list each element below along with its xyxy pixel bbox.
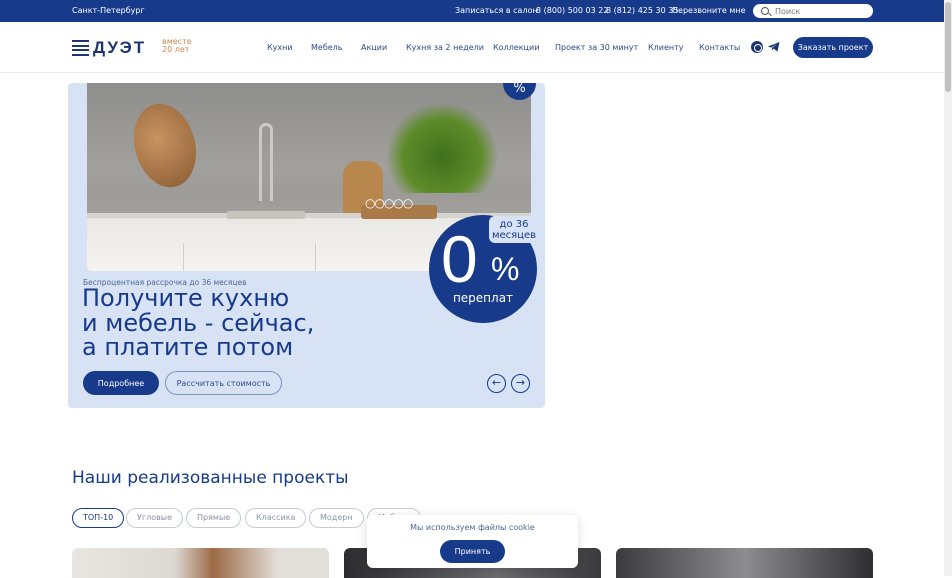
cookie-message: Мы используем файлы cookie (410, 523, 535, 532)
nav-item-contacts[interactable]: Контакты (699, 43, 740, 52)
badge-zero: 0 (441, 222, 478, 296)
callback-link[interactable]: Перезвоните мне (672, 6, 746, 15)
nav-item-project-30-min[interactable]: Проект за 30 минут (555, 43, 638, 52)
top-bar: Санкт-Петербург Записаться в салон 8 (80… (0, 0, 944, 22)
phone-link-2[interactable]: 8 (812) 425 30 35 (606, 6, 678, 15)
filter-chip-straight[interactable]: Прямые (186, 508, 242, 528)
decor-plant (387, 103, 497, 193)
search-input[interactable] (775, 5, 865, 17)
hero-title-line-3: а платите потом (82, 333, 294, 361)
decor-faucet (259, 123, 273, 201)
logo-word: ДУЭТ (93, 38, 147, 57)
badge-months: до 36 месяцев (489, 216, 539, 243)
nav-item-kitchen-2-weeks[interactable]: Кухня за 2 недели (406, 43, 484, 52)
hero-title-line-1: Получите кухню (82, 284, 290, 312)
decor-sink (227, 211, 305, 219)
decor-fish (125, 96, 205, 195)
search-icon (761, 7, 769, 15)
filter-chip-top10[interactable]: ТОП-10 (72, 508, 125, 528)
whatsapp-icon[interactable] (751, 41, 763, 53)
book-salon-link[interactable]: Записаться в салон (455, 6, 538, 15)
badge-percent: % (491, 251, 520, 287)
project-card-1[interactable] (72, 548, 329, 578)
calculate-cost-button[interactable]: Рассчитать стоимость (165, 371, 282, 395)
nav-item-furniture[interactable]: Мебель (311, 43, 343, 52)
page-scrollbar[interactable] (944, 0, 952, 576)
decor-eggs (361, 196, 437, 219)
nav-item-kitchens[interactable]: Кухни (267, 43, 293, 52)
hero-title-line-2: и мебель - сейчас, (82, 308, 315, 337)
badge-overpay: переплат (452, 291, 514, 305)
main-header: ДУЭТ вместе 20 лет Кухни Мебель Акции Ку… (0, 22, 944, 73)
telegram-icon[interactable] (768, 42, 780, 52)
filter-chip-modern[interactable]: Модерн (309, 508, 364, 528)
city-selector[interactable]: Санкт-Петербург (72, 6, 145, 15)
logo-tagline: вместе 20 лет (162, 37, 192, 54)
nav-item-promotions[interactable]: Акции (361, 43, 387, 52)
order-project-button[interactable]: Заказать проект (793, 37, 873, 58)
cookie-banner: Мы используем файлы cookie Принять (367, 515, 578, 568)
project-card-3[interactable] (616, 548, 873, 578)
hero-banner: % 0 % переплат до 36 месяцев Беспроцентн… (68, 83, 545, 408)
search-box[interactable] (753, 4, 873, 18)
nav-item-collections[interactable]: Коллекции (493, 43, 539, 52)
hero-title: Получите кухню и мебель - сейчас, а плат… (82, 286, 412, 360)
slider-next-icon[interactable]: → (511, 374, 530, 393)
more-button[interactable]: Подробнее (83, 371, 159, 395)
phone-link-1[interactable]: 8 (800) 500 03 22 (536, 6, 608, 15)
logo-stripes-icon (72, 40, 89, 56)
projects-title: Наши реализованные проекты (72, 468, 349, 488)
filter-chip-classic[interactable]: Классика (245, 508, 307, 528)
filter-chip-corner[interactable]: Угловые (126, 508, 184, 528)
nav-item-client[interactable]: Клиенту (648, 43, 684, 52)
scrollbar-thumb[interactable] (945, 2, 951, 92)
slider-prev-icon[interactable]: ← (487, 374, 506, 393)
cookie-accept-button[interactable]: Принять (440, 540, 505, 563)
